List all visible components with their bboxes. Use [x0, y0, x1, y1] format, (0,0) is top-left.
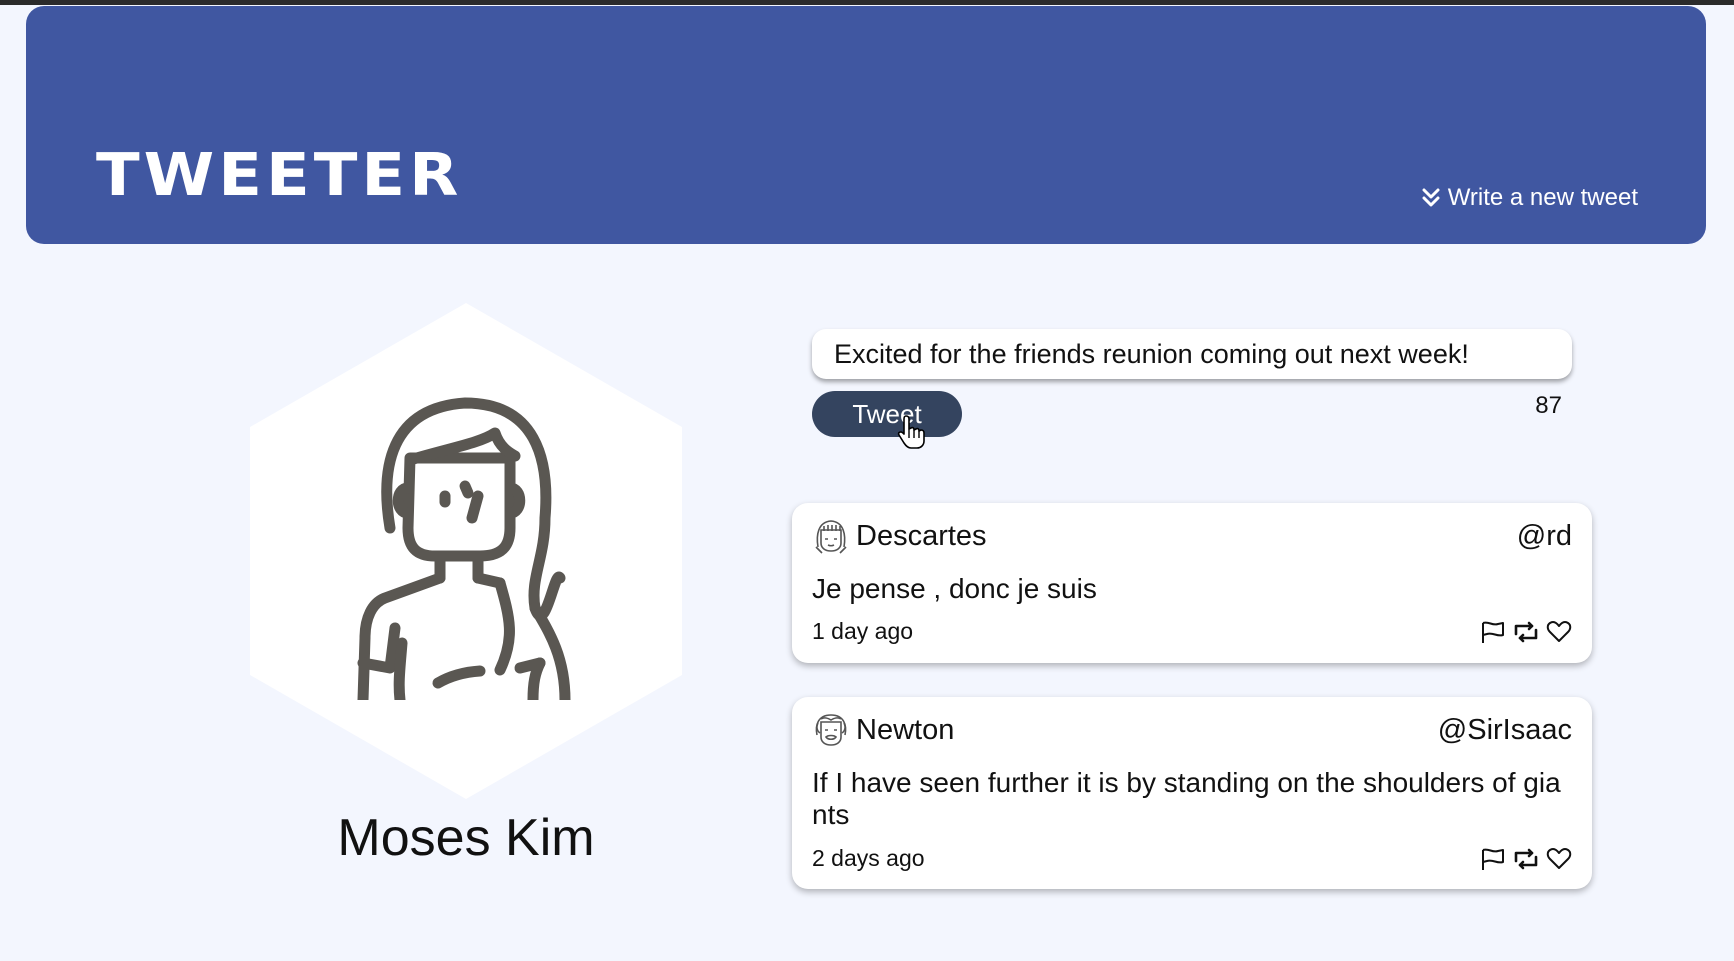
new-tweet-input[interactable]: [812, 329, 1572, 379]
woman-avatar-icon: [357, 397, 571, 700]
tweet-footer: 1 day ago: [812, 618, 1572, 645]
page-header: TWEETER Write a new tweet: [26, 6, 1706, 244]
double-chevron-down-icon: [1422, 188, 1440, 208]
tweet-author-name: Descartes: [856, 519, 987, 552]
heart-icon[interactable]: [1546, 847, 1572, 871]
flag-icon[interactable]: [1480, 620, 1506, 644]
tweet-timestamp: 1 day ago: [812, 618, 914, 644]
write-new-tweet-toggle[interactable]: Write a new tweet: [1422, 184, 1638, 212]
retweet-icon[interactable]: [1512, 847, 1540, 871]
tweet-card: Descartes @rd Je pense , donc je suis 1 …: [792, 503, 1592, 663]
hand-pointer-cursor-icon: [897, 415, 925, 449]
retweet-icon[interactable]: [1512, 620, 1540, 644]
tweet-author-name: Newton: [856, 713, 955, 746]
flag-icon[interactable]: [1480, 847, 1506, 871]
author-avatar-icon: [815, 520, 847, 554]
author-avatar-icon: [815, 714, 847, 746]
tweet-actions: [1480, 620, 1572, 644]
tweet-author: Newton: [812, 711, 954, 749]
tweet-header: Descartes @rd: [812, 515, 1572, 557]
profile-avatar: [250, 303, 682, 799]
brand-logo: TWEETER: [96, 141, 463, 210]
tweet-header: Newton @SirIsaac: [812, 709, 1572, 751]
window-top-edge: [0, 0, 1734, 5]
heart-icon[interactable]: [1546, 620, 1572, 644]
profile-name: Moses Kim: [337, 809, 595, 867]
write-new-tweet-label: Write a new tweet: [1447, 184, 1638, 211]
tweet-card: Newton @SirIsaac If I have seen further …: [792, 697, 1592, 889]
tweet-actions: [1480, 847, 1572, 871]
character-counter: 87: [1535, 392, 1562, 419]
tweet-text: If I have seen further it is by standing…: [812, 767, 1561, 830]
tweet-text: Je pense , donc je suis: [812, 573, 1097, 604]
tweet-author-handle: @rd: [1516, 519, 1572, 552]
tweet-author: Descartes: [812, 517, 987, 555]
tweet-button[interactable]: Tweet: [812, 391, 962, 437]
tweet-author-handle: @SirIsaac: [1437, 713, 1572, 746]
tweet-footer: 2 days ago: [812, 845, 1572, 872]
tweet-timestamp: 2 days ago: [812, 845, 925, 871]
